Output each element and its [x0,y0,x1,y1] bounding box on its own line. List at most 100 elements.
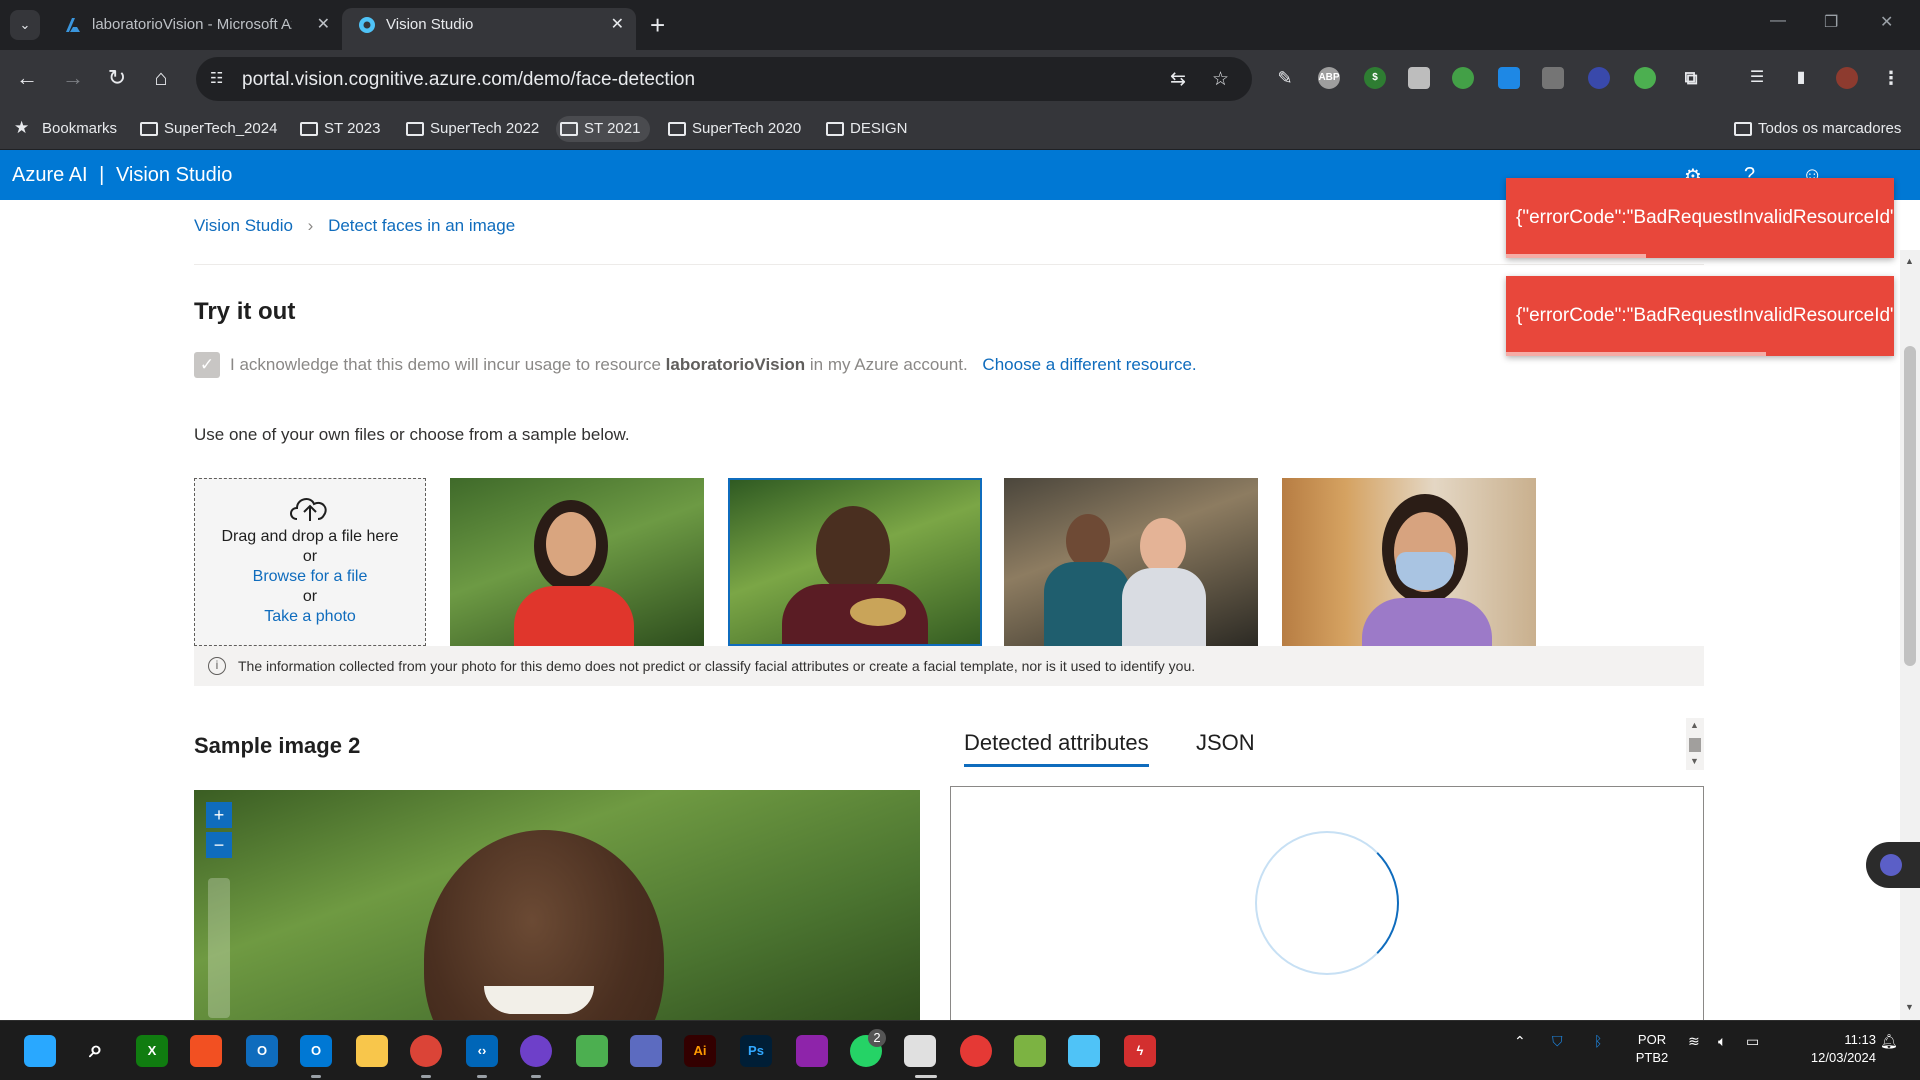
bookmarks-label[interactable]: Bookmarks [14,116,117,142]
copilot-extension-icon[interactable] [1588,67,1610,89]
bookmark-folder[interactable]: DESIGN [822,116,908,142]
chevron-up-icon[interactable]: ⌃ [1514,1033,1526,1050]
take-photo-link[interactable]: Take a photo [195,607,425,627]
weather-app-icon[interactable] [630,1035,662,1067]
file-explorer-icon[interactable] [356,1035,388,1067]
clock[interactable]: 11:13 12/03/2024 [1780,1031,1876,1067]
chrome-icon[interactable] [410,1035,442,1067]
all-bookmarks[interactable]: Todos os marcadores [1730,116,1901,142]
reload-icon[interactable]: ↻ [102,63,132,93]
bookmark-folder[interactable]: SuperTech 2022 [402,116,539,142]
file-dropzone[interactable]: Drag and drop a file here or Browse for … [194,478,426,646]
vscode-icon[interactable]: ‹› [466,1035,498,1067]
menu-kebab-icon[interactable]: ⋮ [1880,67,1902,89]
tab-detected-attributes[interactable]: Detected attributes [964,730,1149,767]
sample-image-2[interactable] [728,478,982,646]
snipping-tool-icon[interactable] [904,1035,936,1067]
translator-icon[interactable] [1542,67,1564,89]
error-toast[interactable]: {"errorCode":"BadRequestInvalidResourceI… [1506,276,1894,356]
notification-bell-icon[interactable]: 🔔︎ [1880,1033,1898,1050]
browse-file-link[interactable]: Browse for a file [195,567,425,587]
bookmark-star-icon[interactable]: ☆ [1212,68,1229,91]
tab-laboratoriovision[interactable]: laboratorioVision - Microsoft Az ✕ [48,8,342,50]
keyboard-app-icon[interactable] [1068,1035,1100,1067]
pdf-app-icon[interactable] [796,1035,828,1067]
store-icon[interactable] [190,1035,222,1067]
tab-json[interactable]: JSON [1196,730,1255,756]
scroll-thumb[interactable] [1904,346,1916,666]
page-scrollbar[interactable]: ▲ ▼ [1900,250,1920,1020]
battery-icon[interactable]: ▭ [1746,1033,1759,1050]
copilot-floating-button[interactable] [1866,842,1920,888]
outlook-new-icon[interactable]: O [300,1035,332,1067]
close-icon[interactable]: ✕ [317,8,330,42]
bookmark-folder[interactable]: SuperTech_2024 [136,116,277,142]
reading-list-icon[interactable]: ☰ [1746,67,1768,89]
xbox-icon[interactable]: X [136,1035,168,1067]
zoom-out-button[interactable]: − [206,832,232,858]
forward-icon[interactable]: → [58,63,88,93]
eyedropper-icon[interactable]: ✎ [1274,67,1296,89]
breadcrumb-current[interactable]: Detect faces in an image [328,216,515,235]
scroll-up-icon[interactable]: ▲ [1690,720,1699,730]
extension-globe-icon[interactable] [1452,67,1474,89]
minimize-icon[interactable]: — [1770,12,1786,30]
input-language[interactable]: POR PTB2 [1630,1031,1674,1067]
illustrator-icon[interactable]: Ai [684,1035,716,1067]
window-close-icon[interactable]: ✕ [1880,12,1893,32]
sample-image-4[interactable] [1282,478,1536,646]
acknowledge-checkbox[interactable]: ✓ [194,352,220,378]
close-icon[interactable]: ✕ [611,8,624,42]
tabs-scrollbar[interactable]: ▲ ▼ [1686,718,1704,770]
green-extension-icon[interactable] [1634,67,1656,89]
windows-start-icon[interactable] [24,1035,56,1067]
bookmark-folder[interactable]: ST 2021 [556,116,651,142]
outlook-icon[interactable]: O [246,1035,278,1067]
volume-icon[interactable]: 🔈︎ [1718,1033,1726,1050]
sample-title: Sample image 2 [194,733,361,758]
notepad-plus-icon[interactable] [576,1035,608,1067]
dollar-extension-icon[interactable]: $ [1364,67,1386,89]
restore-icon[interactable]: ❐ [1824,12,1838,32]
browser-tab-strip: ⌄ laboratorioVision - Microsoft Az ✕ Vis… [0,0,1920,50]
shield-icon[interactable]: ⛉ [1552,1033,1563,1050]
scroll-up-icon[interactable]: ▲ [1905,256,1914,266]
avatar[interactable] [1836,67,1858,89]
github-icon[interactable] [520,1035,552,1067]
photoshop-icon[interactable]: Ps [740,1035,772,1067]
zoom-slider[interactable] [208,878,230,1018]
error-toast[interactable]: {"errorCode":"BadRequestInvalidResourceI… [1506,178,1894,258]
or-text: or [302,588,318,605]
sample-image-1[interactable] [450,478,704,646]
tab-search-chevron-icon[interactable]: ⌄ [10,10,40,40]
breadcrumb-root[interactable]: Vision Studio [194,216,293,235]
search-icon[interactable]: ⌕ [80,1035,112,1067]
scroll-down-icon[interactable]: ▼ [1690,756,1699,766]
scroll-thumb[interactable] [1689,738,1701,752]
site-info-icon[interactable]: ☷ [210,69,230,89]
zoom-in-button[interactable]: + [206,802,232,828]
adblock-icon[interactable]: ABP [1318,67,1340,89]
choose-resource-link[interactable]: Choose a different resource. [982,355,1196,374]
bookmark-folder[interactable]: SuperTech 2020 [664,116,801,142]
address-bar[interactable]: ☷ portal.vision.cognitive.azure.com/demo… [196,57,1252,101]
tab-vision-studio[interactable]: Vision Studio ✕ [342,8,636,50]
bluestacks-icon[interactable] [1014,1035,1046,1067]
breadcrumb: Vision Studio › Detect faces in an image [194,216,515,236]
wrench-icon[interactable] [1498,67,1520,89]
scroll-down-icon[interactable]: ▼ [1905,1002,1914,1012]
sample-image-3[interactable] [1004,478,1258,646]
extensions-puzzle-icon[interactable]: ⧉ [1680,67,1702,89]
filezilla-icon[interactable]: ϟ [1124,1035,1156,1067]
new-tab-icon[interactable]: + [650,10,665,40]
side-panel-icon[interactable]: ▮ [1790,67,1812,89]
wifi-icon[interactable]: ≋ [1688,1033,1700,1050]
camera-icon[interactable] [1408,67,1430,89]
back-icon[interactable]: ← [12,63,42,93]
app-brand[interactable]: Azure AI | Vision Studio [12,164,232,187]
bluetooth-icon[interactable]: ᛒ [1594,1033,1602,1049]
home-icon[interactable]: ⌂ [146,63,176,93]
screen-recorder-icon[interactable] [960,1035,992,1067]
bookmark-folder[interactable]: ST 2023 [296,116,380,142]
translate-icon[interactable]: ⇆ [1170,68,1186,91]
